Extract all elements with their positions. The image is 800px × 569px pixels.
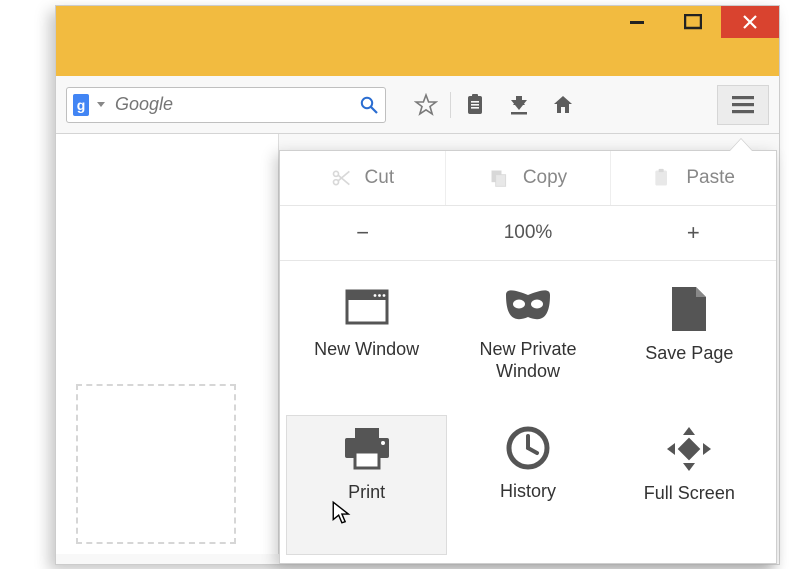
star-icon	[414, 93, 438, 117]
zoom-out-button[interactable]: −	[280, 206, 445, 260]
copy-icon	[489, 168, 509, 188]
browser-window: g	[55, 5, 780, 565]
printer-icon	[341, 426, 393, 472]
bookmark-star-button[interactable]	[404, 85, 448, 125]
home-button[interactable]	[541, 85, 585, 125]
new-window-button[interactable]: New Window	[286, 275, 447, 415]
close-button[interactable]	[721, 6, 779, 38]
close-icon	[742, 14, 758, 30]
full-screen-label: Full Screen	[644, 483, 735, 505]
edit-row: Cut Copy Paste	[280, 151, 776, 206]
new-private-window-label: New Private Window	[479, 339, 576, 382]
history-label: History	[500, 481, 556, 503]
page-icon	[668, 285, 710, 333]
google-provider-badge: g	[73, 94, 89, 116]
downloads-button[interactable]	[497, 85, 541, 125]
copy-label: Copy	[523, 167, 567, 189]
zoom-row: − 100% +	[280, 206, 776, 261]
full-screen-button[interactable]: Full Screen	[609, 415, 770, 555]
window-controls	[609, 6, 779, 38]
page-body	[56, 134, 279, 554]
zoom-value: 100%	[445, 206, 610, 260]
search-input[interactable]	[113, 93, 351, 116]
placeholder-box	[76, 384, 236, 544]
save-page-label: Save Page	[645, 343, 733, 365]
search-icon[interactable]	[359, 95, 379, 115]
clock-icon	[505, 425, 551, 471]
new-window-label: New Window	[314, 339, 419, 361]
scissors-icon	[331, 168, 351, 188]
minimize-icon	[629, 14, 645, 30]
home-icon	[551, 93, 575, 117]
clipboard-icon	[464, 94, 486, 116]
minimize-button[interactable]	[609, 6, 665, 38]
print-button[interactable]: Print	[286, 415, 447, 555]
copy-button[interactable]: Copy	[446, 151, 612, 205]
maximize-button[interactable]	[665, 6, 721, 38]
titlebar	[56, 6, 779, 76]
cursor-pointer-icon	[330, 500, 356, 526]
cut-button[interactable]: Cut	[280, 151, 446, 205]
search-box[interactable]: g	[66, 87, 386, 123]
divider	[450, 92, 451, 118]
paste-button[interactable]: Paste	[611, 151, 776, 205]
new-window-icon	[343, 285, 391, 329]
cut-label: Cut	[365, 167, 395, 189]
download-icon	[508, 94, 530, 116]
paste-label: Paste	[686, 167, 735, 189]
toolbar-icons	[404, 85, 585, 125]
maximize-icon	[684, 14, 702, 30]
menu-button[interactable]	[717, 85, 769, 125]
mask-icon	[502, 285, 554, 329]
save-page-button[interactable]: Save Page	[609, 275, 770, 415]
clipboard-button[interactable]	[453, 85, 497, 125]
history-button[interactable]: History	[447, 415, 608, 555]
fullscreen-icon	[665, 425, 713, 473]
provider-chevron-down-icon[interactable]	[97, 102, 105, 107]
paste-icon	[652, 168, 672, 188]
hamburger-icon	[731, 95, 755, 115]
zoom-in-button[interactable]: +	[611, 206, 776, 260]
new-private-window-button[interactable]: New Private Window	[447, 275, 608, 415]
toolbar: g	[56, 76, 779, 134]
